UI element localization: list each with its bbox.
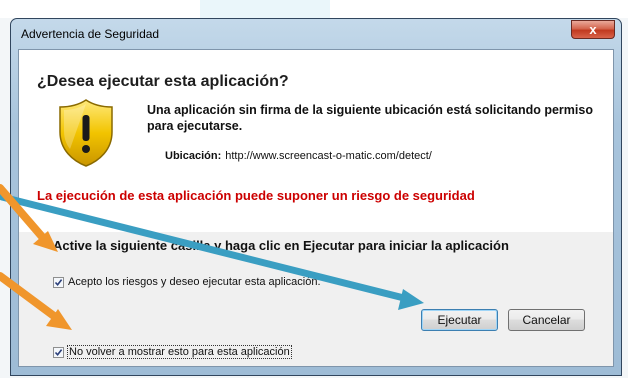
accept-risks-option[interactable]: Acepto los riesgos y deseo ejecutar esta…: [53, 274, 321, 290]
background-tint: [200, 0, 330, 18]
dialog-title: Advertencia de Seguridad: [21, 27, 160, 41]
checkmark-icon: [54, 278, 63, 286]
accept-risks-checkbox[interactable]: [53, 276, 64, 288]
close-button[interactable]: x: [571, 20, 615, 39]
dont-show-again-checkbox[interactable]: [53, 346, 64, 358]
dont-show-again-option[interactable]: No volver a mostrar esto para esta aplic…: [53, 344, 292, 360]
close-icon: x: [589, 22, 597, 37]
accept-risks-label[interactable]: Acepto los riesgos y deseo ejecutar esta…: [68, 276, 321, 288]
location-label: Ubicación:: [165, 150, 222, 162]
security-risk-warning: La ejecución de esta aplicación puede su…: [37, 188, 475, 203]
unsigned-app-message: Una aplicación sin firma de la siguiente…: [147, 103, 593, 133]
checkmark-icon: [54, 348, 63, 356]
cancel-button[interactable]: Cancelar: [508, 309, 585, 331]
location-url: http://www.screencast-o-matic.com/detect…: [225, 150, 432, 162]
title-bar[interactable]: Advertencia de Seguridad x: [11, 19, 621, 49]
location-line: Ubicación: http://www.screencast-o-matic.…: [165, 150, 432, 162]
security-warning-dialog: Advertencia de Seguridad x ¿Desea ejecut…: [10, 18, 622, 376]
instruction-text: Active la siguiente casilla y haga clic …: [53, 238, 509, 253]
shield-warning-icon: [59, 99, 113, 167]
background-strip: [0, 0, 628, 18]
dont-show-again-label[interactable]: No volver a mostrar esto para esta aplic…: [67, 345, 292, 359]
dialog-heading: ¿Desea ejecutar esta aplicación?: [37, 73, 289, 90]
dialog-content-panel: ¿Desea ejecutar esta aplicación? Una apl…: [19, 50, 613, 232]
dialog-body: ¿Desea ejecutar esta aplicación? Una apl…: [18, 49, 614, 367]
run-button[interactable]: Ejecutar: [421, 309, 498, 331]
